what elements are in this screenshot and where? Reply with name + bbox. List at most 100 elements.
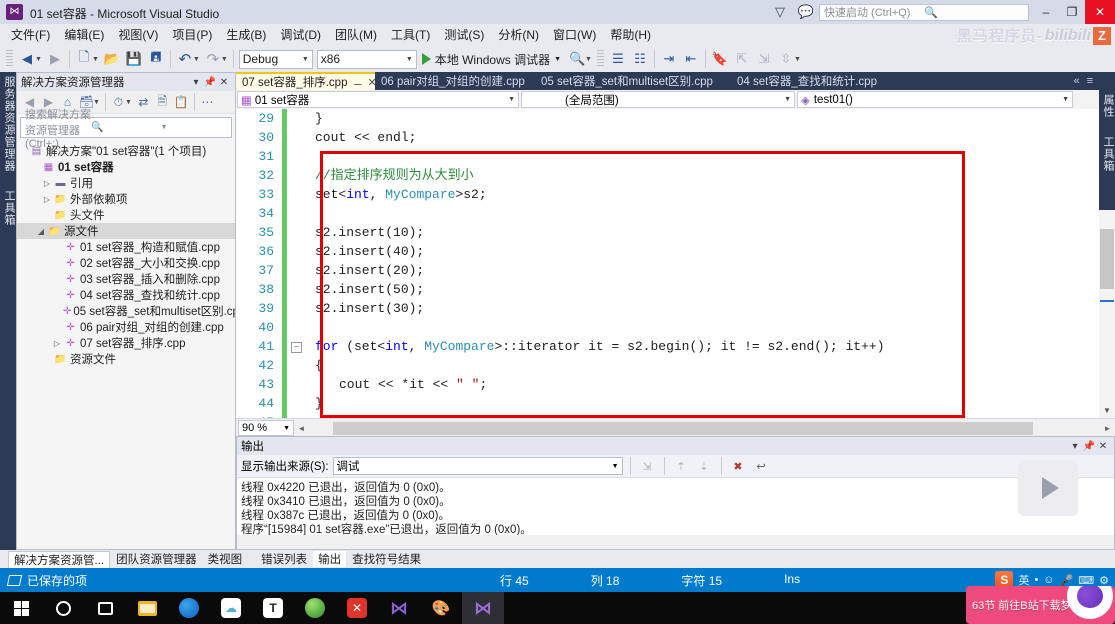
properties-icon[interactable]: 📋: [172, 93, 191, 112]
save-icon[interactable]: 💾: [123, 48, 145, 70]
mic-icon[interactable]: 🎤: [1060, 574, 1074, 587]
taskbar-green-app[interactable]: [294, 592, 336, 624]
keyboard-icon[interactable]: ⌨: [1078, 574, 1094, 587]
word-wrap-icon[interactable]: ↩: [752, 457, 771, 476]
tree-node-source-files[interactable]: ◢ 📁 源文件: [17, 223, 235, 239]
funnel-icon[interactable]: ▽: [767, 0, 793, 24]
scroll-left-arrow[interactable]: ◄: [294, 424, 309, 433]
menu-build[interactable]: 生成(B): [219, 24, 273, 46]
menu-analyze[interactable]: 分析(N): [491, 24, 546, 46]
scroll-right-arrow[interactable]: ►: [1100, 424, 1115, 433]
uncomment-icon[interactable]: ☷: [629, 48, 651, 70]
menu-tools[interactable]: 工具(T): [384, 24, 437, 46]
tab-05-set-multiset[interactable]: 05 set容器_set和multiset区别.cpp: [535, 72, 731, 90]
bottom-tab-team-explorer[interactable]: 团队资源管理器: [111, 551, 202, 567]
prev-bookmark-icon[interactable]: ⇱: [731, 48, 753, 70]
refresh-icon[interactable]: ⇄: [134, 93, 153, 112]
output-horizontal-scrollbar[interactable]: [237, 535, 1114, 548]
task-view-button[interactable]: [84, 592, 126, 624]
taskbar-paint[interactable]: 🎨: [420, 592, 462, 624]
chevron-down-icon[interactable]: ▼: [585, 56, 592, 63]
toolbox-tab[interactable]: 工具箱: [1, 190, 17, 226]
scroll-down-arrow[interactable]: ▼: [1099, 404, 1115, 418]
dot-icon[interactable]: •: [1034, 574, 1038, 586]
output-source-select[interactable]: 调试 ▼: [332, 457, 623, 475]
chevron-down-icon[interactable]: ▼: [125, 99, 132, 106]
chevron-down-icon[interactable]: ▾: [1068, 441, 1082, 452]
bottom-tab-output[interactable]: 输出: [313, 551, 347, 567]
quick-launch-input[interactable]: 快速启动 (Ctrl+Q) 🔍: [819, 3, 1029, 21]
bottom-tab-find-symbol-results[interactable]: 查找符号结果: [347, 551, 426, 567]
show-all-files-icon[interactable]: 🗎: [153, 93, 172, 112]
server-explorer-tab[interactable]: 服务器资源管理器: [1, 76, 17, 172]
taskbar-typora[interactable]: T: [252, 592, 294, 624]
scope-select[interactable]: (全局范围) ▼: [521, 91, 795, 108]
editor-horizontal-scrollbar[interactable]: [311, 420, 1098, 436]
tab-06-pair-create[interactable]: 06 pair对组_对组的创建.cpp: [375, 72, 535, 90]
menu-file[interactable]: 文件(F): [4, 24, 57, 46]
solution-search-input[interactable]: 搜索解决方案资源管理器(Ctrl+;) 🔍 ▼: [20, 109, 232, 150]
project-select[interactable]: ▦ 01 set容器 ▼: [237, 91, 519, 108]
bookmark-icon[interactable]: 🔖: [709, 48, 731, 70]
tree-node-file[interactable]: ✛ 02 set容器_大小和交换.cpp: [17, 255, 235, 271]
chevron-left-icon[interactable]: «: [1073, 75, 1079, 87]
tree-node-file[interactable]: ✛ 05 set容器_set和multiset区别.cpp: [17, 303, 235, 319]
cortana-button[interactable]: [42, 592, 84, 624]
tree-node-project[interactable]: ▦ 01 set容器: [17, 159, 235, 175]
code-text[interactable]: } cout << endl; //指定排序规则为从大到小 set<int, M…: [287, 109, 1115, 418]
chevron-down-icon[interactable]: ▼: [35, 56, 42, 63]
feedback-icon[interactable]: 💬: [793, 0, 819, 24]
taskbar-browser[interactable]: [168, 592, 210, 624]
tree-node-file[interactable]: ✛ 01 set容器_构造和赋值.cpp: [17, 239, 235, 255]
tree-node-file[interactable]: ✛ 06 pair对组_对组的创建.cpp: [17, 319, 235, 335]
expander-icon[interactable]: ▷: [41, 195, 53, 204]
tree-node-header-files[interactable]: 📁 头文件: [17, 207, 235, 223]
close-icon[interactable]: ✕: [1096, 441, 1110, 452]
tab-04-find-count[interactable]: 04 set容器_查找和统计.cpp: [731, 72, 909, 90]
menu-view[interactable]: 视图(V): [111, 24, 165, 46]
tree-node-file[interactable]: ✛ 04 set容器_查找和统计.cpp: [17, 287, 235, 303]
taskbar-xmind[interactable]: ✕: [336, 592, 378, 624]
expander-icon[interactable]: ▷: [51, 339, 63, 348]
nav-forward-icon[interactable]: ▶: [44, 48, 66, 70]
toolbar-grip[interactable]: [596, 50, 604, 68]
tree-node-file[interactable]: ✛ 03 set容器_插入和删除.cpp: [17, 271, 235, 287]
code-editor[interactable]: 29 30 31 32 33 34 35 36 37 38 39 40 41 4…: [236, 109, 1115, 418]
minimize-button[interactable]: –: [1033, 0, 1059, 24]
emoji-icon[interactable]: ☺: [1043, 574, 1054, 586]
tab-07-set-sorting[interactable]: 07 set容器_排序.cpp ⚊ ✕: [236, 72, 377, 90]
taskbar-visual-studio[interactable]: ⋈: [462, 592, 504, 624]
restore-button[interactable]: ❐: [1059, 0, 1085, 24]
start-debugging-button[interactable]: 本地 Windows 调试器 ▼: [417, 48, 566, 70]
platform-select[interactable]: x86 ▼: [316, 49, 417, 69]
tree-node-references[interactable]: ▷ ▬ 引用: [17, 175, 235, 191]
chevron-down-icon[interactable]: ▼: [92, 56, 99, 63]
close-button[interactable]: ✕: [1085, 0, 1115, 24]
bottom-tab-error-list[interactable]: 错误列表: [256, 551, 312, 567]
menu-window[interactable]: 窗口(W): [546, 24, 603, 46]
previous-icon[interactable]: ⇡: [672, 457, 691, 476]
bottom-tab-solution-explorer[interactable]: 解决方案资源管...: [8, 550, 111, 568]
clear-all-icon[interactable]: ✖: [729, 457, 748, 476]
tab-list-icon[interactable]: ≡: [1087, 75, 1093, 87]
chevron-down-icon[interactable]: ▼: [193, 56, 200, 63]
chevron-down-icon[interactable]: ▼: [221, 56, 228, 63]
taskbar-vscode[interactable]: ⋈: [378, 592, 420, 624]
menu-test[interactable]: 测试(S): [437, 24, 491, 46]
next-bookmark-icon[interactable]: ⇲: [753, 48, 775, 70]
menu-edit[interactable]: 编辑(E): [57, 24, 111, 46]
next-icon[interactable]: ⇣: [695, 457, 714, 476]
tree-node-file-active[interactable]: ▷ ✛ 07 set容器_排序.cpp: [17, 335, 235, 351]
promo-banner[interactable]: 63节 前往B站下载梦野: [966, 586, 1115, 624]
zoom-level-select[interactable]: 90 % ▼: [238, 420, 294, 436]
pin-icon[interactable]: 📌: [203, 77, 217, 88]
jump-to-icon[interactable]: ⇲: [638, 457, 657, 476]
build-configuration-select[interactable]: Debug ▼: [238, 49, 313, 69]
properties-tab[interactable]: 属性: [1100, 94, 1115, 118]
tree-node-resource-files[interactable]: 📁 资源文件: [17, 351, 235, 367]
tree-node-solution[interactable]: ▤ 解决方案"01 set容器"(1 个项目): [17, 143, 235, 159]
video-play-overlay[interactable]: [1018, 460, 1078, 516]
menu-project[interactable]: 项目(P): [165, 24, 219, 46]
close-icon[interactable]: ✕: [217, 77, 231, 88]
chevron-down-icon[interactable]: ▾: [189, 77, 203, 88]
